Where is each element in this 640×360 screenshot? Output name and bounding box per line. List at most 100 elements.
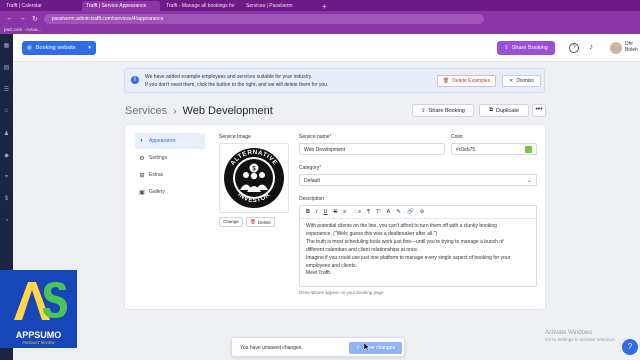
description-text[interactable]: With potential clients on the line, you … (300, 219, 536, 282)
breadcrumb-services-link[interactable]: Services (125, 105, 167, 117)
category-select[interactable]: Default ⌄ (299, 174, 537, 186)
required-mark: * (329, 134, 332, 140)
subnav-label: Extras (149, 172, 164, 178)
underline-icon[interactable]: U (324, 209, 328, 215)
text-size-icon[interactable]: Tᵗ (376, 209, 381, 215)
activate-windows-notice: Activate Windows Go to Settings to activ… (545, 330, 616, 342)
delete-examples-button[interactable]: 🗑 Delete Examples (437, 75, 496, 87)
description-line: The truth is most scheduling tools work … (306, 238, 504, 245)
browser-tab-strip: Trafft | Calendar Trafft | Service Appea… (0, 0, 640, 11)
change-image-button[interactable]: Change (219, 217, 243, 227)
service-name-input[interactable]: Web Development (299, 143, 445, 155)
rail-locations-icon[interactable]: ⌖ (0, 166, 13, 188)
banner-text-line1: We have added example employees and serv… (145, 74, 313, 80)
rail-employees-icon[interactable]: ♟ (0, 122, 13, 144)
trash-icon: 🗑 (250, 219, 256, 224)
browser-tab-services[interactable]: Services | Passiverm (242, 1, 320, 11)
share-booking-header-label: Share Booking (511, 45, 548, 51)
browser-tab-service-appearance[interactable]: Trafft | Service Appearance (82, 1, 160, 11)
page-title: Web Development (182, 105, 273, 117)
appsumo-logo-icon (14, 282, 67, 320)
reload-icon[interactable]: ↻ (32, 15, 38, 23)
category-value: Default (304, 178, 320, 184)
trash-icon: 🗑 (442, 78, 450, 84)
subnav-item-appearance[interactable]: ◐ Appearance (135, 133, 205, 149)
browser-toolbar: ← → ↻ passiverm.admin.trafft.com/service… (0, 11, 640, 26)
back-icon[interactable]: ← (6, 15, 13, 22)
appsumo-watermark: APPSUMO PRODUCT REVIEW (0, 270, 77, 348)
share-booking-button[interactable]: ⇪ Share Booking (412, 104, 474, 117)
description-line: different calendars and client relations… (306, 246, 419, 253)
check-icon: ✓ (356, 345, 361, 351)
copy-icon: ⧉ (489, 107, 493, 113)
address-bar[interactable]: passiverm.admin.trafft.com/services/4/ap… (43, 13, 484, 24)
rail-calendar-icon[interactable]: ▤ (0, 56, 13, 78)
browser-tab-manage-bookings[interactable]: Trafft - Manage all bookings for (162, 1, 240, 11)
rail-appointments-icon[interactable]: ☰ (0, 78, 13, 100)
description-editor[interactable]: B I U S ≡ ⋮≡ ¶ Tᵗ A ✎ 🔗 ⊘ With potential… (299, 205, 537, 287)
clear-format-icon[interactable]: ⊘ (420, 209, 425, 215)
description-label: Description (299, 196, 325, 202)
delete-examples-label: Delete Examples (452, 78, 491, 84)
user-name[interactable]: Dhr Boleh (625, 41, 638, 53)
rail-finance-icon[interactable]: $ (0, 188, 13, 210)
link-icon[interactable]: 🔗 (407, 209, 414, 215)
appsumo-brand-sub: PRODUCT REVIEW (22, 341, 55, 345)
rail-dashboard-icon[interactable]: ▦ (0, 34, 13, 56)
category-label-text: Category (299, 165, 320, 171)
forward-icon[interactable]: → (19, 15, 26, 22)
info-icon: i (131, 76, 139, 84)
subnav-item-gallery[interactable]: ▣ Gallery (135, 184, 205, 200)
unsaved-changes-bar: You have unsaved changes. ✓ Save changes (231, 337, 405, 357)
help-icon[interactable]: ? (569, 43, 579, 53)
rail-customers-icon[interactable]: ☺ (0, 100, 13, 122)
category-label: Category* (299, 165, 321, 171)
description-line: experience. ("Web; guess this was a deal… (306, 230, 438, 237)
numbered-list-icon[interactable]: ⋮≡ (352, 209, 361, 215)
required-mark: * (319, 165, 322, 171)
example-data-banner: i We have added example employees and se… (124, 68, 545, 93)
delete-image-label: Delete (257, 219, 271, 225)
highlight-icon[interactable]: ✎ (396, 209, 401, 215)
booking-website-label: Booking website (35, 45, 76, 51)
duplicate-label: Duplicate (496, 107, 519, 114)
bookmarks-bar[interactable]: pact.com - Actua... (0, 26, 640, 34)
paragraph-icon[interactable]: ¶ (367, 209, 370, 215)
bell-icon[interactable]: ♪ (586, 43, 596, 53)
rail-reports-icon[interactable]: ◔ (0, 210, 13, 232)
subnav-item-extras[interactable]: ⊞ Extras (135, 167, 205, 183)
user-name-line2: Boleh (625, 47, 638, 53)
save-changes-button[interactable]: ✓ Save changes (349, 342, 402, 354)
color-swatch[interactable] (525, 146, 532, 153)
strikethrough-icon[interactable]: S (334, 209, 338, 215)
new-tab-button[interactable]: + (322, 2, 332, 11)
banner-text-line2: If you don't need them, click the button… (145, 82, 329, 88)
subnav-label: Settings (149, 155, 168, 161)
help-chat-button[interactable]: ? (622, 339, 638, 355)
bold-icon[interactable]: B (306, 209, 310, 215)
breadcrumb: Services › Web Development (125, 105, 273, 117)
more-options-button[interactable]: ••• (532, 104, 546, 117)
subnav-label: Appearance (149, 138, 176, 144)
delete-image-button[interactable]: 🗑 Delete (246, 217, 275, 227)
booking-website-button[interactable]: ◍ Booking website ▾ (22, 41, 96, 55)
dismiss-button[interactable]: ✕ Dismiss (502, 75, 541, 87)
text-color-icon[interactable]: A (387, 209, 391, 215)
rail-services-icon[interactable]: ◆ (0, 144, 13, 166)
duplicate-button[interactable]: ⧉ Duplicate (479, 104, 529, 117)
subnav-item-settings[interactable]: ⚙ Settings (135, 150, 205, 166)
mouse-cursor-icon (364, 343, 370, 351)
activate-windows-title: Activate Windows (545, 330, 593, 336)
share-booking-header-button[interactable]: ⇪ Share Booking (497, 41, 555, 55)
service-appearance-card: ◐ Appearance ⚙ Settings ⊞ Extras ▣ Galle… (124, 124, 546, 310)
italic-icon[interactable]: I (316, 209, 318, 215)
bullet-list-icon[interactable]: ≡ (343, 209, 346, 215)
service-image[interactable]: ALTERNATIVE INVESTOR $ (219, 143, 289, 213)
description-line: employees and clients. (306, 262, 357, 269)
breadcrumb-separator: › (173, 105, 177, 117)
share-icon: ⇪ (421, 107, 426, 114)
browser-tab-calendar[interactable]: Trafft | Calendar (2, 1, 80, 11)
dismiss-label: Dismiss (516, 78, 534, 84)
service-name-label: Service name* (299, 134, 332, 140)
avatar[interactable] (610, 42, 622, 54)
